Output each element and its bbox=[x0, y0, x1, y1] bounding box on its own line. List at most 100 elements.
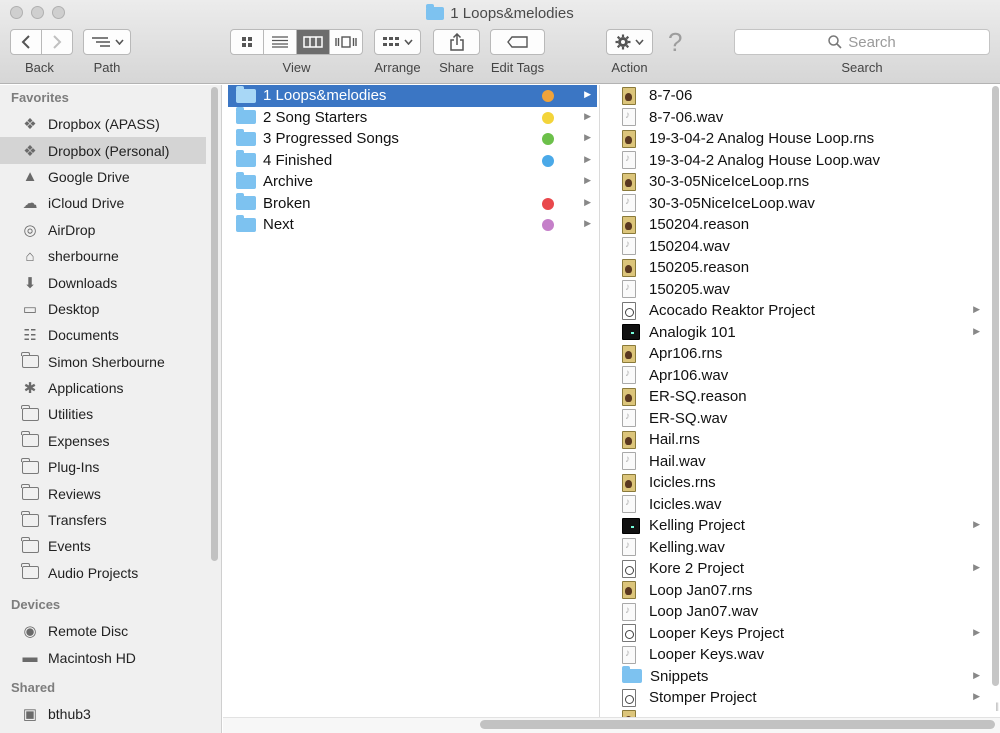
file-row[interactable]: Snippets ▶ bbox=[601, 666, 1000, 688]
file-row[interactable]: Apr106.rns bbox=[601, 343, 1000, 365]
sidebar-item[interactable]: Expenses bbox=[0, 428, 206, 454]
forward-button[interactable] bbox=[41, 29, 73, 55]
folder-outline bbox=[21, 404, 39, 421]
file-row[interactable]: Kore 2 Project ▶ bbox=[601, 558, 1000, 580]
folder-row[interactable]: Archive ▶ bbox=[223, 171, 597, 193]
file-row[interactable]: 8-7-06 bbox=[601, 85, 1000, 107]
file-row[interactable]: Stomper Project ▶ bbox=[601, 687, 1000, 709]
dropbox-icon: ❖ bbox=[23, 142, 37, 160]
file-row[interactable]: 19-3-04-2 Analog House Loop.rns bbox=[601, 128, 1000, 150]
toolbar: 1 Loops&melodies Back Path View Arrange … bbox=[0, 0, 1000, 84]
sidebar-item[interactable]: ⬇ Downloads bbox=[0, 269, 206, 295]
file-row[interactable]: Kelling Project ▶ bbox=[601, 515, 1000, 537]
reason-file-icon bbox=[622, 129, 636, 148]
sidebar-item[interactable]: ▲ Google Drive bbox=[0, 164, 206, 190]
help-icon[interactable]: ? bbox=[668, 29, 682, 55]
horizontal-scrollbar-thumb[interactable] bbox=[480, 720, 995, 729]
sidebar-item[interactable]: ⌂ sherbourne bbox=[0, 243, 206, 269]
chevron-down-icon bbox=[635, 39, 644, 45]
audio-file-icon bbox=[622, 645, 636, 664]
file-row[interactable]: 150204.reason bbox=[601, 214, 1000, 236]
file-row[interactable]: ER-SQ.wav bbox=[601, 408, 1000, 430]
sidebar-item[interactable]: Transfers bbox=[0, 507, 206, 533]
contents-scrollbar[interactable] bbox=[992, 86, 999, 686]
sidebar: Favorites ❖ Dropbox (APASS) ❖ Dropbox (Pers… bbox=[0, 85, 222, 733]
folder-row[interactable]: 4 Finished ▶ bbox=[223, 150, 597, 172]
sidebar-scrollbar[interactable] bbox=[211, 87, 218, 561]
file-row-label: Kelling.wav bbox=[649, 538, 725, 556]
arrange-button[interactable] bbox=[374, 29, 421, 55]
tag-color-dot bbox=[542, 133, 554, 145]
disc-icon: ◉ bbox=[23, 623, 37, 641]
folder-row[interactable]: Next ▶ bbox=[223, 214, 597, 236]
sidebar-item[interactable]: Reviews bbox=[0, 480, 206, 506]
sidebar-item[interactable]: Utilities bbox=[0, 401, 206, 427]
folder-row[interactable]: 2 Song Starters ▶ bbox=[223, 107, 597, 129]
search-input[interactable]: Search bbox=[734, 29, 990, 55]
sidebar-item[interactable]: ▣ bthub3 bbox=[0, 701, 206, 727]
file-row[interactable]: Acocado Reaktor Project ▶ bbox=[601, 300, 1000, 322]
file-row[interactable]: Loop Jan07.wav bbox=[601, 601, 1000, 623]
action-button[interactable] bbox=[606, 29, 653, 55]
reason-file-icon bbox=[622, 258, 636, 277]
back-button[interactable] bbox=[10, 29, 42, 55]
file-row-label: Hail.wav bbox=[649, 452, 706, 470]
sidebar-item[interactable]: ▬ Macintosh HD bbox=[0, 644, 206, 670]
file-row[interactable]: 30-3-05NiceIceLoop.wav bbox=[601, 193, 1000, 215]
file-row[interactable]: ER-SQ.reason bbox=[601, 386, 1000, 408]
file-row[interactable]: Apr106.wav bbox=[601, 365, 1000, 387]
sidebar-item-label: Google Drive bbox=[48, 168, 130, 185]
file-row[interactable]: 30-3-05NiceIceLoop.rns bbox=[601, 171, 1000, 193]
sidebar-item[interactable]: Simon Sherbourne bbox=[0, 349, 206, 375]
file-row[interactable]: 150205.wav bbox=[601, 279, 1000, 301]
sidebar-item[interactable]: Events bbox=[0, 533, 206, 559]
sidebar-item[interactable]: ❖ Dropbox (Personal) bbox=[0, 137, 206, 164]
column-view-button[interactable] bbox=[296, 29, 330, 55]
path-button[interactable] bbox=[83, 29, 131, 55]
icon-view-button[interactable] bbox=[230, 29, 264, 55]
folder-icon bbox=[236, 107, 256, 125]
file-row[interactable] bbox=[601, 709, 1000, 717]
file-row[interactable]: 150205.reason bbox=[601, 257, 1000, 279]
file-row[interactable]: Looper Keys Project ▶ bbox=[601, 623, 1000, 645]
sidebar-item-label: sherbourne bbox=[48, 248, 119, 265]
edit-tags-group: Edit Tags bbox=[490, 29, 545, 75]
sidebar-item-label: Desktop bbox=[48, 300, 100, 317]
audio-file-icon bbox=[622, 452, 636, 471]
file-row[interactable]: Hail.wav bbox=[601, 451, 1000, 473]
file-row[interactable]: 8-7-06.wav bbox=[601, 107, 1000, 129]
sidebar-item[interactable]: ◎ AirDrop bbox=[0, 217, 206, 243]
sidebar-item[interactable]: ❖ Dropbox (APASS) bbox=[0, 111, 206, 137]
action-group: Action bbox=[606, 29, 653, 75]
file-row[interactable]: 19-3-04-2 Analog House Loop.wav bbox=[601, 150, 1000, 172]
file-row[interactable]: Icicles.rns bbox=[601, 472, 1000, 494]
file-row-label: 8-7-06 bbox=[649, 87, 693, 105]
column-resize-handle[interactable]: || bbox=[995, 701, 999, 711]
sidebar-item[interactable]: Audio Projects bbox=[0, 560, 206, 586]
list-view-button[interactable] bbox=[263, 29, 297, 55]
sidebar-item[interactable]: ☁ iCloud Drive bbox=[0, 190, 206, 216]
sidebar-item[interactable]: ☷ Documents bbox=[0, 322, 206, 348]
file-row[interactable]: Icicles.wav bbox=[601, 494, 1000, 516]
file-row[interactable]: Loop Jan07.rns bbox=[601, 580, 1000, 602]
folder-row[interactable]: 3 Progressed Songs ▶ bbox=[223, 128, 597, 150]
sidebar-item-label: Dropbox (APASS) bbox=[48, 116, 160, 133]
sidebar-item[interactable]: ▭ Desktop bbox=[0, 296, 206, 322]
file-row[interactable]: Looper Keys.wav bbox=[601, 644, 1000, 666]
file-row[interactable]: Kelling.wav bbox=[601, 537, 1000, 559]
file-row-label: 150204.reason bbox=[649, 216, 750, 234]
tag-color-dot bbox=[542, 111, 554, 124]
sidebar-item[interactable]: ◉ Remote Disc bbox=[0, 618, 206, 644]
file-row[interactable]: Analogik 101 ▶ bbox=[601, 322, 1000, 344]
sidebar-item-label: bthub3 bbox=[48, 706, 91, 722]
folder-row[interactable]: 1 Loops&melodies ▶ bbox=[228, 85, 597, 107]
sidebar-item[interactable]: ✱ Applications bbox=[0, 375, 206, 401]
share-button[interactable] bbox=[433, 29, 480, 55]
file-row[interactable]: Hail.rns bbox=[601, 429, 1000, 451]
sidebar-item[interactable]: Plug-Ins bbox=[0, 454, 206, 480]
audio-file-icon bbox=[622, 366, 636, 385]
folder-row[interactable]: Broken ▶ bbox=[223, 193, 597, 215]
file-row[interactable]: 150204.wav bbox=[601, 236, 1000, 258]
edit-tags-button[interactable] bbox=[490, 29, 545, 55]
cover-flow-view-button[interactable] bbox=[329, 29, 363, 55]
